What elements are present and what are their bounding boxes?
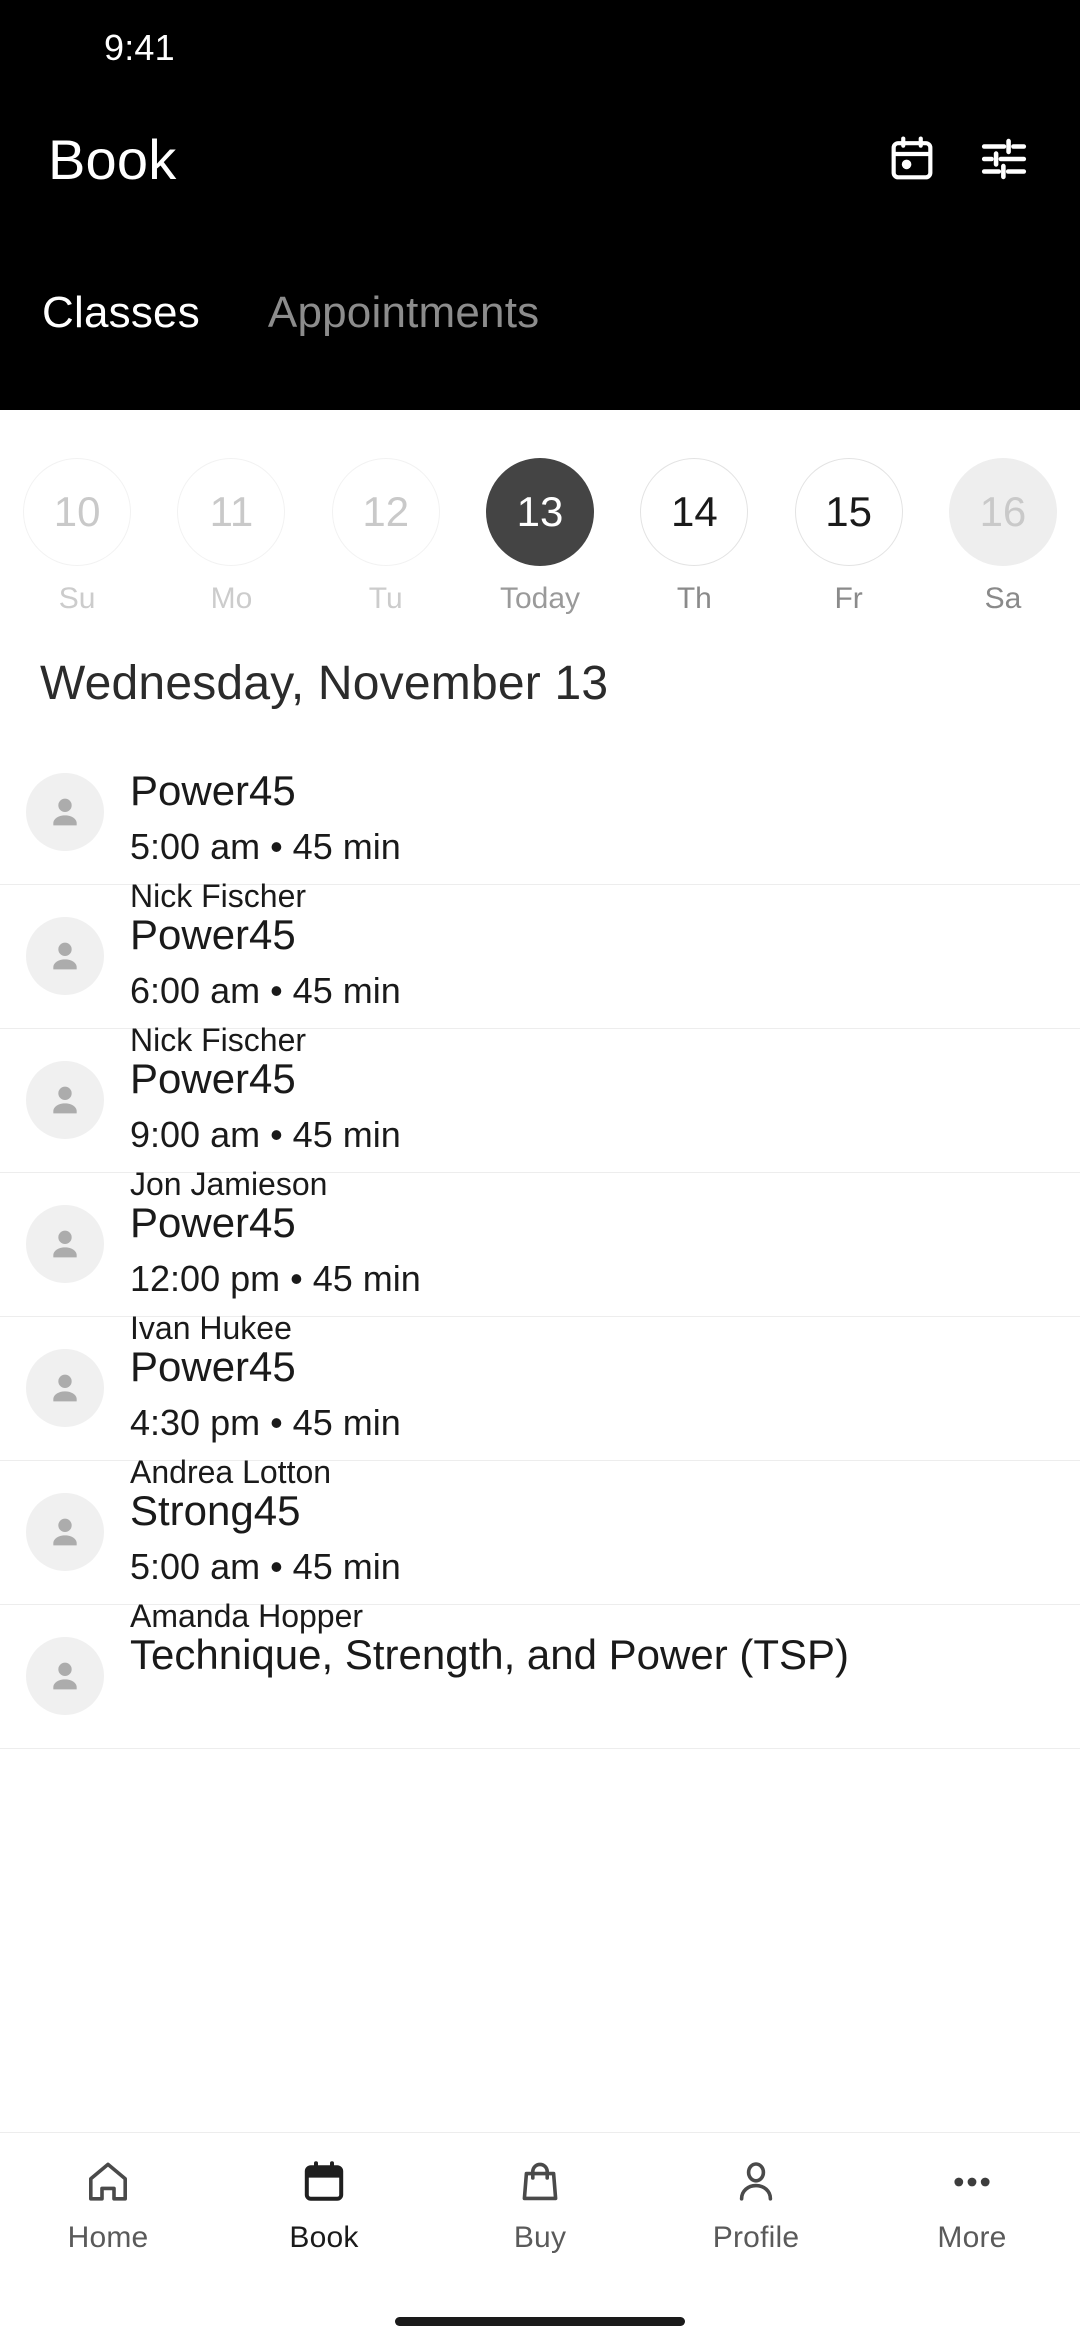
class-instructor: Nick Fischer: [130, 878, 307, 915]
person-icon: [732, 2155, 780, 2209]
nav-item-home[interactable]: Home: [0, 2155, 216, 2255]
class-list[interactable]: Power45 5:00 am • 45 min Nick Fischer Po…: [0, 741, 1080, 2132]
instructor-avatar: [26, 1205, 104, 1283]
title-bar-actions: [884, 131, 1032, 187]
date-weekday-label: Sa: [984, 582, 1022, 615]
app-header: 9:41 Book Classes Appointments: [0, 0, 1080, 410]
class-name: Power45: [130, 767, 296, 814]
calendar-icon: [300, 2155, 348, 2209]
home-indicator[interactable]: [395, 2316, 685, 2326]
class-info: Power45 5:00 am • 45 min Nick Fischer: [130, 767, 401, 914]
class-name: Power45: [130, 1343, 296, 1390]
nav-label: Profile: [712, 2221, 800, 2254]
date-number: 13: [486, 458, 595, 566]
date-strip[interactable]: 10 Su 11 Mo 12 Tu 13 Today 14 Th 15 Fr 1…: [0, 410, 1080, 630]
date-weekday-label: Mo: [210, 582, 253, 615]
date-cell-13-selected[interactable]: 13 Today: [463, 458, 617, 616]
class-name: Power45: [130, 1055, 296, 1102]
date-number: 15: [794, 458, 903, 566]
class-time-duration: 6:00 am • 45 min: [130, 970, 401, 1012]
nav-item-book[interactable]: Book: [216, 2155, 432, 2255]
class-info: Power45 9:00 am • 45 min Jon Jamieson: [130, 1055, 401, 1202]
bottom-navigation: Home Book Buy Profile More: [0, 2132, 1080, 2302]
page-title: Book: [48, 127, 177, 191]
class-info: Strong45 5:00 am • 45 min Amanda Hopper: [130, 1487, 401, 1634]
class-instructor: Amanda Hopper: [130, 1598, 364, 1635]
date-cell-15[interactable]: 15 Fr: [771, 458, 925, 616]
tab-appointments[interactable]: Appointments: [256, 288, 551, 362]
class-name: Power45: [130, 1199, 296, 1246]
date-weekday-label: Fr: [834, 582, 863, 615]
class-time-duration: 9:00 am • 45 min: [130, 1114, 401, 1156]
date-number: 14: [640, 458, 749, 566]
class-instructor: Andrea Lotton: [130, 1454, 332, 1491]
status-bar: 9:41: [0, 0, 1080, 96]
instructor-avatar: [26, 1493, 104, 1571]
date-cell-14[interactable]: 14 Th: [617, 458, 771, 616]
instructor-avatar: [26, 1349, 104, 1427]
date-weekday-label: Tu: [368, 582, 403, 615]
class-instructor: Ivan Hukee: [130, 1310, 292, 1347]
app-screen: 9:41 Book Classes Appointments 10 Su 11 …: [0, 0, 1080, 2340]
date-weekday-label: Today: [500, 582, 581, 615]
ellipsis-icon: [948, 2155, 996, 2209]
instructor-avatar: [26, 1637, 104, 1715]
nav-item-buy[interactable]: Buy: [432, 2155, 648, 2255]
instructor-avatar: [26, 917, 104, 995]
class-info: Power45 12:00 pm • 45 min Ivan Hukee: [130, 1199, 421, 1346]
class-list-item[interactable]: Power45 5:00 am • 45 min Nick Fischer: [0, 741, 1080, 914]
filter-icon[interactable]: [976, 131, 1032, 187]
class-time-duration: 5:00 am • 45 min: [130, 826, 401, 868]
nav-item-profile[interactable]: Profile: [648, 2155, 864, 2255]
class-instructor: Nick Fischer: [130, 1022, 307, 1059]
nav-label: Book: [289, 2221, 359, 2254]
date-weekday-label: Th: [676, 582, 712, 615]
class-info: Power45 6:00 am • 45 min Nick Fischer: [130, 911, 401, 1058]
nav-label: Buy: [513, 2221, 567, 2254]
calendar-icon[interactable]: [884, 131, 940, 187]
class-instructor: Jon Jamieson: [130, 1166, 328, 1203]
status-bar-clock: 9:41: [104, 27, 175, 68]
class-time-duration: 4:30 pm • 45 min: [130, 1402, 401, 1444]
home-indicator-area: [0, 2302, 1080, 2340]
class-name: Strong45: [130, 1487, 301, 1534]
date-cell-16[interactable]: 16 Sa: [926, 458, 1080, 616]
nav-label: More: [937, 2221, 1007, 2254]
shopping-bag-icon: [516, 2155, 564, 2209]
class-time-duration: 12:00 pm • 45 min: [130, 1258, 421, 1300]
tab-classes[interactable]: Classes: [30, 288, 212, 362]
date-cell-11[interactable]: 11 Mo: [154, 458, 308, 616]
nav-label: Home: [67, 2221, 149, 2254]
home-icon: [84, 2155, 132, 2209]
class-info: Power45 4:30 pm • 45 min Andrea Lotton: [130, 1343, 401, 1490]
date-number: 16: [948, 458, 1057, 566]
date-number: 12: [331, 458, 440, 566]
nav-item-more[interactable]: More: [864, 2155, 1080, 2255]
date-cell-12[interactable]: 12 Tu: [309, 458, 463, 616]
date-number: 10: [23, 458, 132, 566]
class-name: Technique, Strength, and Power (TSP): [130, 1631, 850, 1678]
selected-date-heading: Wednesday, November 13: [40, 657, 609, 710]
class-info: Technique, Strength, and Power (TSP): [130, 1631, 849, 1678]
date-weekday-label: Su: [58, 582, 96, 615]
header-tabs: Classes Appointments: [0, 222, 1080, 362]
instructor-avatar: [26, 1061, 104, 1139]
class-name: Power45: [130, 911, 296, 958]
class-time-duration: 5:00 am • 45 min: [130, 1546, 401, 1588]
instructor-avatar: [26, 773, 104, 851]
date-number: 11: [177, 458, 286, 566]
title-bar: Book: [0, 96, 1080, 222]
date-cell-10[interactable]: 10 Su: [0, 458, 154, 616]
